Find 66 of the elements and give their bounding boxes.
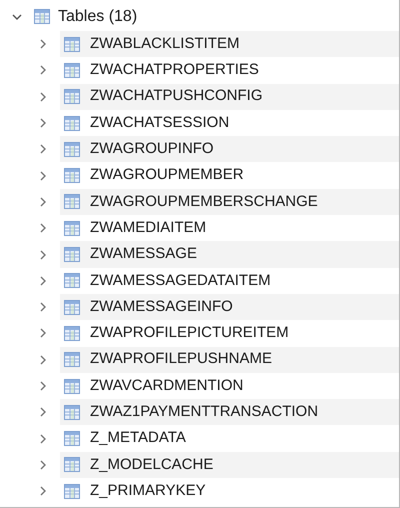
- chevron-right-icon[interactable]: [38, 65, 48, 76]
- chevron-right-icon[interactable]: [38, 144, 48, 154]
- tree-item-label: ZWAGROUPINFO: [90, 139, 214, 160]
- chevron-right-icon[interactable]: [38, 92, 48, 102]
- tree-item-label: ZWAPROFILEPUSHNAME: [90, 349, 272, 370]
- tree-item[interactable]: ZWAGROUPMEMBERSCHANGE: [60, 188, 399, 216]
- table-icon: [64, 300, 80, 315]
- table-icon: [64, 168, 80, 184]
- table-icon: [64, 404, 80, 420]
- table-icon: [64, 62, 80, 78]
- table-icon: [34, 9, 50, 24]
- chevron-right-icon[interactable]: [38, 328, 48, 338]
- table-icon: [64, 484, 80, 499]
- tree-item-label: ZWAZ1PAYMENTTRANSACTION: [90, 402, 318, 422]
- chevron-right-icon[interactable]: [38, 250, 48, 260]
- table-icon: [64, 326, 80, 341]
- chevron-right-icon[interactable]: [38, 381, 48, 391]
- chevron-right-icon[interactable]: [38, 39, 48, 50]
- tree-item[interactable]: ZWACHATPUSHCONFIG: [60, 84, 399, 110]
- chevron-right-icon[interactable]: [38, 118, 48, 128]
- tree-item-label: ZWAGROUPMEMBERSCHANGE: [90, 192, 318, 212]
- tree-item-label: ZWAMESSAGEINFO: [90, 296, 233, 317]
- tree-item-label: ZWAMEDIAITEM: [90, 218, 206, 238]
- tree-item-label: ZWACHATPUSHCONFIG: [90, 86, 262, 106]
- chevron-down-icon[interactable]: [12, 12, 22, 22]
- tree-item-label: ZWAMESSAGE: [90, 244, 197, 264]
- chevron-right-icon[interactable]: [38, 223, 48, 234]
- tree-item-label: ZWAPROFILEPICTUREITEM: [90, 323, 289, 344]
- tree-item-label: ZWABLACKLISTITEM: [90, 34, 240, 54]
- tree-item[interactable]: ZWAGROUPINFO: [60, 136, 399, 162]
- table-icon: [64, 457, 80, 472]
- table-icon: [64, 36, 80, 52]
- tree-item[interactable]: ZWAPROFILEPUSHNAME: [60, 346, 399, 373]
- table-icon: [64, 378, 80, 394]
- tree-node-label[interactable]: Tables (18): [58, 4, 138, 28]
- tree-item[interactable]: ZWAMESSAGEINFO: [60, 294, 399, 320]
- tree-item-label: Z_PRIMARYKEY: [90, 480, 206, 501]
- tree-item-label: ZWACHATPROPERTIES: [90, 60, 259, 80]
- table-icon: [64, 273, 80, 288]
- chevron-right-icon[interactable]: [38, 434, 48, 444]
- tree-item-label: Z_METADATA: [90, 428, 186, 448]
- tree-item[interactable]: ZWABLACKLISTITEM: [60, 31, 399, 58]
- tree-item-label: Z_MODELCACHE: [90, 454, 214, 475]
- chevron-right-icon[interactable]: [38, 407, 48, 418]
- table-icon: [64, 220, 80, 236]
- tree-item-label: ZWAVCARDMENTION: [90, 376, 244, 396]
- table-icon: [64, 89, 80, 104]
- chevron-right-icon[interactable]: [38, 302, 48, 312]
- chevron-right-icon[interactable]: [38, 276, 48, 286]
- table-icon: [64, 431, 80, 446]
- table-icon: [64, 352, 80, 368]
- tree-item-label: ZWACHATSESSION: [90, 112, 230, 133]
- chevron-right-icon[interactable]: [38, 354, 48, 365]
- tree-item[interactable]: ZWAMESSAGE: [60, 241, 399, 268]
- chevron-right-icon[interactable]: [38, 170, 48, 181]
- chevron-right-icon[interactable]: [38, 196, 48, 207]
- chevron-right-icon[interactable]: [38, 460, 48, 470]
- table-icon: [64, 142, 80, 157]
- tree-item[interactable]: ZWAZ1PAYMENTTRANSACTION: [60, 399, 399, 426]
- tree-item-label: ZWAMESSAGEDATAITEM: [90, 270, 271, 291]
- chevron-right-icon[interactable]: [38, 486, 48, 496]
- table-icon: [64, 194, 80, 210]
- tree-item-label: ZWAGROUPMEMBER: [90, 165, 244, 186]
- table-icon: [64, 116, 80, 131]
- table-icon: [64, 247, 80, 262]
- tree-item[interactable]: Z_MODELCACHE: [60, 452, 399, 478]
